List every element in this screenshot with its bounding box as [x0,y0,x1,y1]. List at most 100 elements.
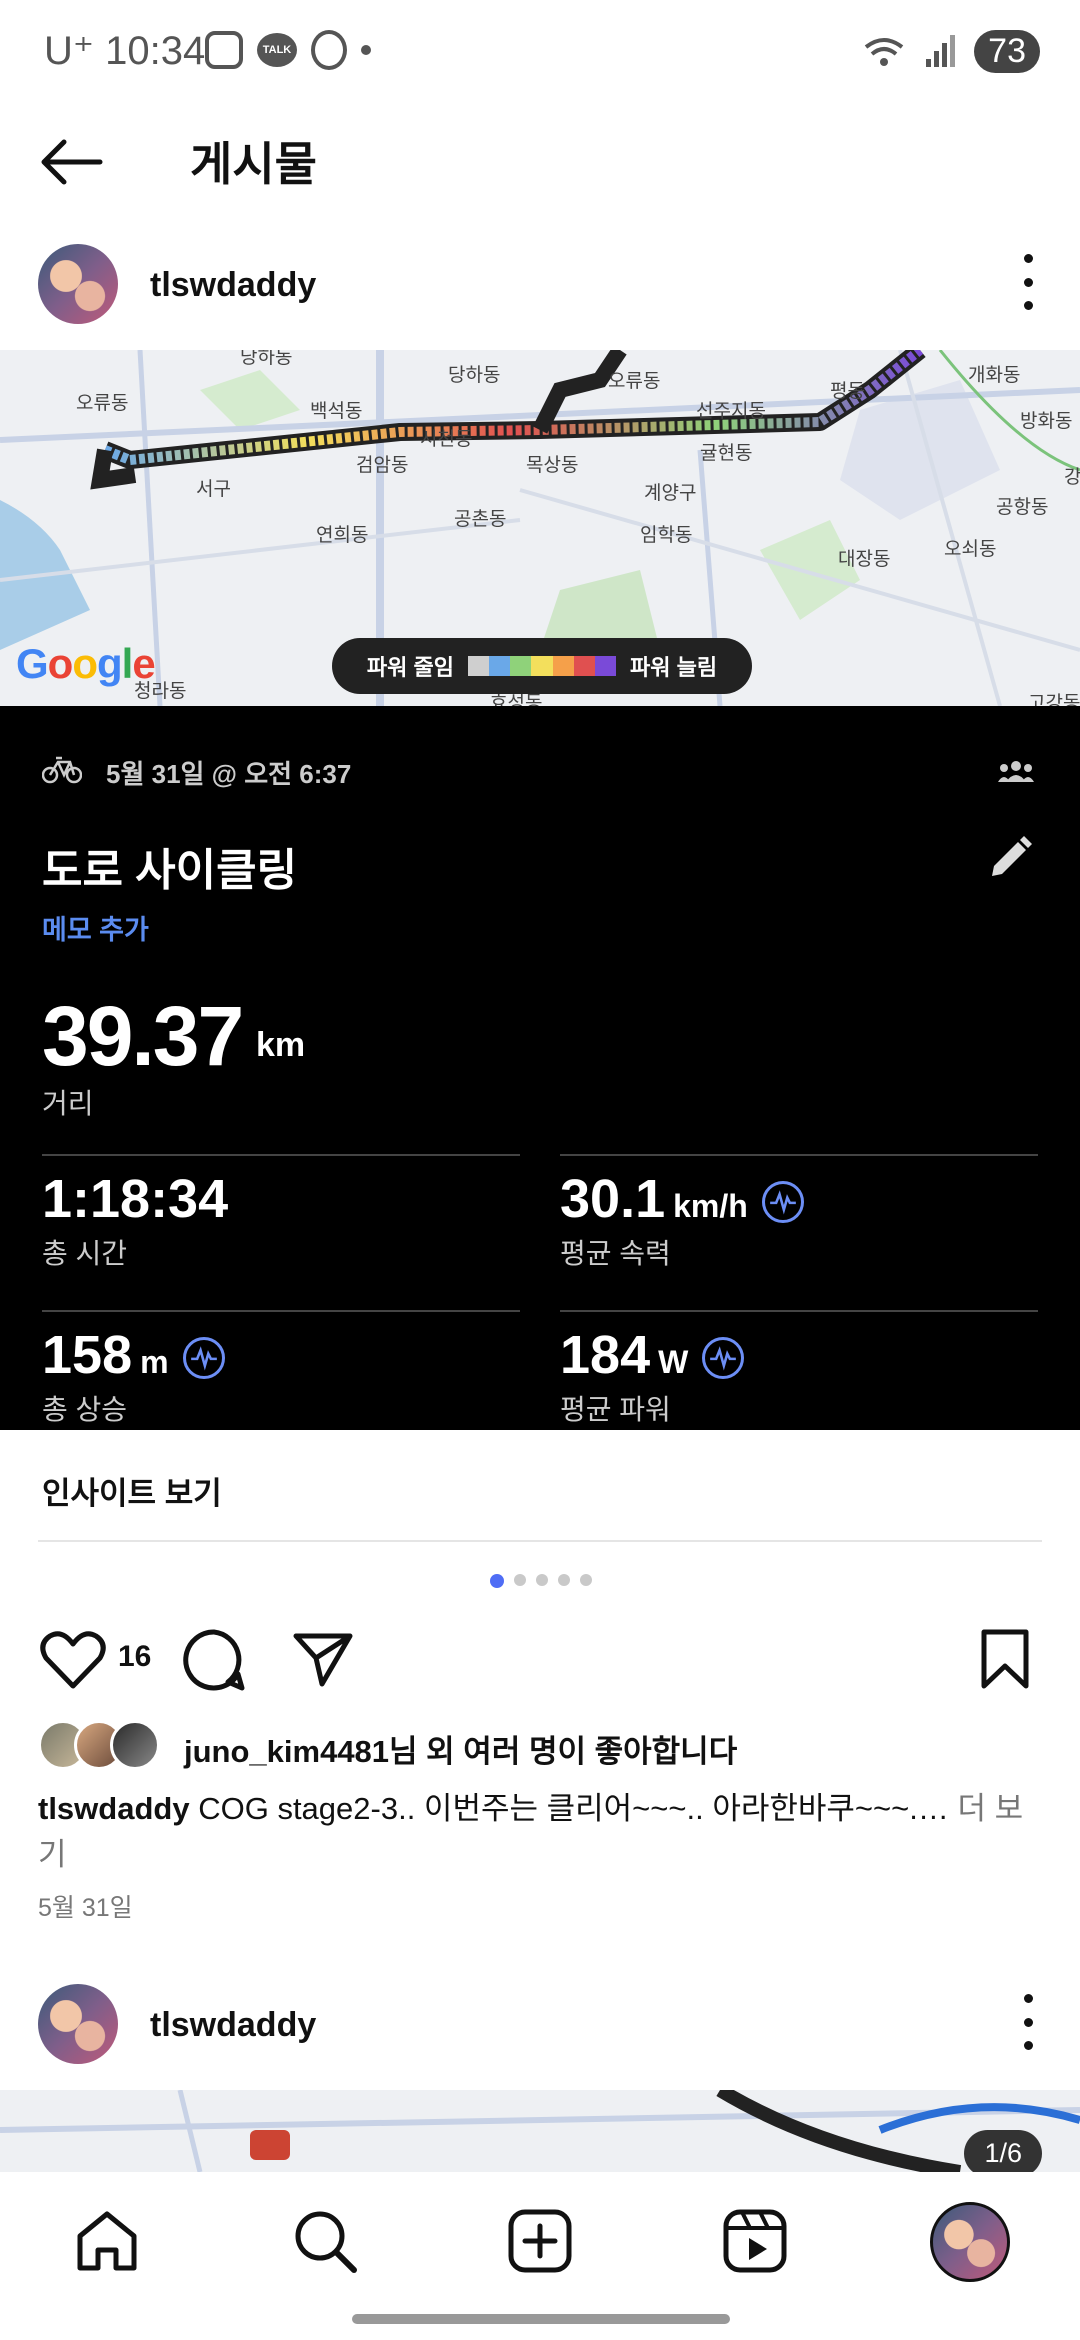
distance-value: 39.37 [42,989,244,1083]
post-caption: tlswdaddy COG stage2-3.. 이번주는 클리어~~~.. 아… [38,1786,1038,1878]
stat-divider [42,1310,520,1312]
map-label: 강 [1064,467,1080,488]
comment-icon[interactable] [182,1628,246,1692]
post-date: 5월 31일 [38,1894,133,1922]
total-time-stat: 1:18:34 총 시간 [42,1168,228,1272]
create-post-icon[interactable] [505,2206,575,2276]
map-label: 당하동 [448,365,501,386]
map-label: 평동 [830,381,865,402]
notification-icons: TALK [205,30,371,70]
more-options-icon[interactable] [1016,1994,1040,2050]
map-label: 계양구 [644,483,697,504]
carousel-dot [514,1574,526,1586]
map-label: 목상동 [526,455,579,476]
legend-low-label: 파워 줄임 [366,655,454,680]
map-label: 당하동 [240,350,293,368]
username-link[interactable]: tlswdaddy [150,266,316,305]
search-icon[interactable] [290,2206,360,2276]
gallery-notification-icon [205,31,243,69]
status-bar: U⁺ 10:34 TALK 73 [0,0,1080,100]
carousel-page-counter: 1/6 [964,2130,1042,2177]
analysis-pulse-icon[interactable] [761,1181,804,1223]
elevation-unit: m [140,1344,169,1380]
map-label: 선주지동 [696,401,766,422]
profile-avatar-tab[interactable] [930,2202,1010,2282]
page-title: 게시물 [190,138,317,190]
stat-divider [560,1310,1038,1312]
map-label: 귤현동 [700,443,753,464]
map-label: 방화동 [1020,411,1073,432]
map-label: 임학동 [640,525,693,546]
elevation-label: 총 상승 [42,1394,128,1425]
liked-by-text[interactable]: juno_kim4481님 외 여러 명이 좋아합니다 [184,1726,737,1771]
gesture-home-indicator [352,2314,730,2324]
share-send-icon[interactable] [292,1630,354,1688]
status-time: U⁺ 10:34 [44,28,205,74]
map-label: 공촌동 [454,509,507,530]
bottom-navigation [0,2172,1080,2340]
carousel-dot [580,1574,592,1586]
analysis-pulse-icon[interactable] [702,1337,745,1379]
bicycle-icon [42,756,82,784]
save-bookmark-icon[interactable] [980,1628,1030,1690]
carousel-indicator [490,1574,592,1588]
elevation-value: 158 [42,1325,133,1385]
wifi-icon [864,37,904,66]
battery-indicator: 73 [974,30,1040,73]
more-notifications-icon [361,45,371,55]
reels-icon[interactable] [720,2206,790,2276]
add-memo-link[interactable]: 메모 추가 [42,908,149,947]
home-icon[interactable] [72,2206,142,2276]
avg-speed-stat: 30.1 km/h 평균 속력 [560,1168,804,1272]
map-label: 시천동 [420,429,473,450]
map-label: 개화동 [968,365,1021,386]
map-label: 검암동 [356,455,409,476]
group-icon [998,761,1034,782]
analysis-pulse-icon[interactable] [182,1337,225,1379]
map-label: 고강동 [1028,693,1080,706]
map-background [0,2090,1080,2172]
post-header: tlswdaddy [0,232,1080,332]
legend-high-label: 파워 늘림 [630,655,718,680]
total-time-label: 총 시간 [42,1238,128,1269]
caption-username[interactable]: tlswdaddy [38,1791,190,1826]
user-avatar[interactable] [38,244,118,324]
activity-card[interactable]: 5월 31일 @ 오전 6:37 도로 사이클링 메모 추가 39.37 km … [0,706,1080,1430]
username-link[interactable]: tlswdaddy [150,2006,316,2045]
clock: 10:34 [105,29,206,73]
caption-text: COG stage2-3.. 이번주는 클리어~~~.. 아라한바쿠~~~.… [198,1791,949,1826]
avg-speed-unit: km/h [673,1188,748,1224]
carousel-dot [536,1574,548,1586]
next-post-header: tlswdaddy [0,1972,1080,2072]
edit-pencil-icon[interactable] [986,836,1032,882]
stat-divider [42,1154,520,1156]
route-map[interactable]: 당하동 당하동 오류동 개화동 오류동 백석동 선주지동 평동 방화동 시천동 … [0,350,1080,706]
back-arrow-icon[interactable] [40,138,104,186]
avg-power-value: 184 [560,1325,651,1385]
avg-power-label: 평균 파워 [560,1394,671,1425]
divider [38,1540,1042,1542]
map-label: 백석동 [310,401,363,422]
map-label: 연희동 [316,525,369,546]
distance-unit: km [256,1026,306,1064]
liker-avatar [110,1720,160,1770]
map-label: 공항동 [996,497,1049,518]
system-icons: 73 [862,30,1040,73]
top-app-bar: 게시물 [0,100,1080,220]
user-avatar[interactable] [38,1984,118,2064]
signal-icon [926,34,956,67]
next-post-map[interactable] [0,2090,1080,2172]
view-insights-link[interactable]: 인사이트 보기 [42,1468,222,1513]
map-label: 서구 [196,479,231,500]
post-actions: 16 [0,1620,1080,1696]
map-label: 오류동 [608,371,661,392]
google-logo: Google [16,640,156,687]
activity-title: 도로 사이클링 [42,846,298,895]
like-heart-icon[interactable] [40,1630,106,1690]
stat-divider [560,1154,1038,1156]
talk-notification-icon: TALK [257,33,297,67]
avg-power-stat: 184 W 평균 파워 [560,1324,745,1428]
more-options-icon[interactable] [1016,254,1040,310]
like-count[interactable]: 16 [118,1640,151,1674]
avg-speed-value: 30.1 [560,1169,666,1229]
